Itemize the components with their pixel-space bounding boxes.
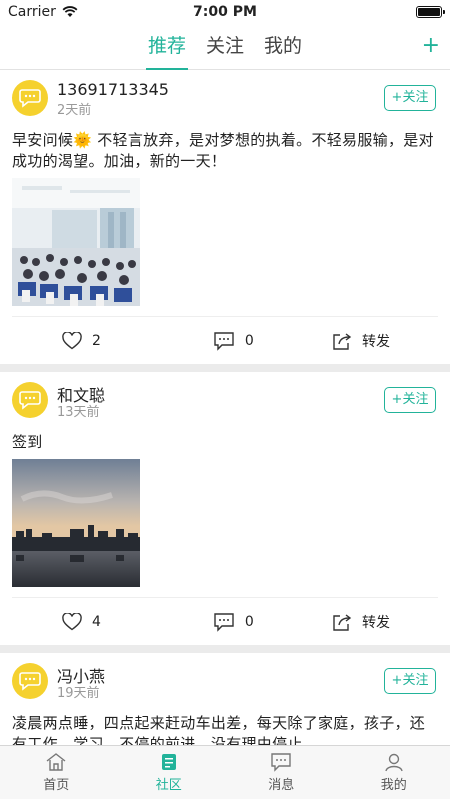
follow-button[interactable]: +关注 <box>384 387 436 413</box>
heart-icon <box>62 612 82 630</box>
user-name[interactable]: 13691713345 <box>57 80 169 99</box>
like-count: 2 <box>92 332 101 349</box>
top-nav: 推荐 关注 我的 + <box>0 24 450 70</box>
share-label: 转发 <box>362 614 390 631</box>
avatar[interactable] <box>12 663 48 699</box>
share-label: 转发 <box>362 333 390 350</box>
share-icon <box>333 332 352 350</box>
wifi-icon <box>62 6 78 17</box>
message-icon <box>271 753 291 772</box>
share-icon <box>333 613 352 631</box>
like-count: 4 <box>92 613 101 630</box>
conference-hall-photo[interactable] <box>12 178 140 306</box>
post-time: 13天前 <box>57 405 100 420</box>
follow-button[interactable]: +关注 <box>384 668 436 694</box>
top-tabs: 推荐 关注 我的 <box>0 24 450 70</box>
post-content: 凌晨两点睡，四点起来赶动车出差，每天除了家庭，孩子，还有工作，学习，不停的前进，… <box>12 714 426 745</box>
bottom-tab-bar: 首页 社区 消息 我的 <box>0 745 450 799</box>
post-content: 早安问候🌞 不轻言放弃，是对梦想的执着。不轻易服输，是对成功的渴望。加油，新的一… <box>12 131 434 170</box>
post-card: 冯小燕 19天前 +关注 凌晨两点睡，四点起来赶动车出差，每天除了家庭，孩子，还… <box>0 653 450 745</box>
profile-icon <box>385 753 403 772</box>
tab-following[interactable]: 关注 <box>204 24 246 70</box>
post-time: 19天前 <box>57 686 100 701</box>
like-button[interactable]: 4 <box>62 612 101 631</box>
tab-mine[interactable]: 我的 <box>262 24 304 70</box>
feed[interactable]: 13691713345 2天前 +关注 早安问候🌞 不轻言放弃，是对梦想的执着。… <box>0 70 450 745</box>
heart-icon <box>62 331 82 349</box>
post-card: 和文聪 13天前 +关注 签到 4 0 转发 <box>0 372 450 645</box>
home-icon <box>46 753 66 771</box>
post-actions: 4 0 转发 <box>12 597 438 645</box>
add-post-button[interactable]: + <box>422 32 440 60</box>
bottom-tab-profile[interactable]: 我的 <box>338 746 450 799</box>
post-time: 2天前 <box>57 103 92 118</box>
chat-bubble-icon <box>19 391 41 410</box>
share-button[interactable]: 转发 <box>332 331 390 351</box>
bottom-tab-label: 社区 <box>155 778 182 793</box>
share-button[interactable]: 转发 <box>332 612 390 632</box>
comment-button[interactable]: 0 <box>213 612 254 632</box>
post-content: 签到 <box>12 433 43 451</box>
status-bar: Carrier 7:00 PM <box>0 0 450 24</box>
avatar[interactable] <box>12 382 48 418</box>
follow-button[interactable]: +关注 <box>384 85 436 111</box>
comment-count: 0 <box>244 332 254 349</box>
community-icon <box>161 754 176 770</box>
post-actions: 2 0 转发 <box>12 316 438 364</box>
bottom-tab-messages[interactable]: 消息 <box>225 746 338 799</box>
comment-icon <box>214 612 234 632</box>
city-sunset-photo[interactable] <box>12 459 140 587</box>
carrier-label: Carrier <box>8 4 56 20</box>
like-button[interactable]: 2 <box>62 331 101 350</box>
bottom-tab-home[interactable]: 首页 <box>0 746 113 799</box>
comment-icon <box>214 331 234 351</box>
bottom-tab-community[interactable]: 社区 <box>113 746 226 799</box>
bottom-tab-label: 首页 <box>43 778 70 793</box>
avatar[interactable] <box>12 80 48 116</box>
battery-icon <box>416 6 445 18</box>
tab-recommend[interactable]: 推荐 <box>145 24 188 70</box>
comment-button[interactable]: 0 <box>213 331 254 351</box>
bottom-tab-label: 消息 <box>268 778 295 793</box>
chat-bubble-icon <box>19 89 41 108</box>
bottom-tab-label: 我的 <box>380 778 407 793</box>
post-card: 13691713345 2天前 +关注 早安问候🌞 不轻言放弃，是对梦想的执着。… <box>0 70 450 364</box>
comment-count: 0 <box>244 613 254 630</box>
chat-bubble-icon <box>19 672 41 691</box>
